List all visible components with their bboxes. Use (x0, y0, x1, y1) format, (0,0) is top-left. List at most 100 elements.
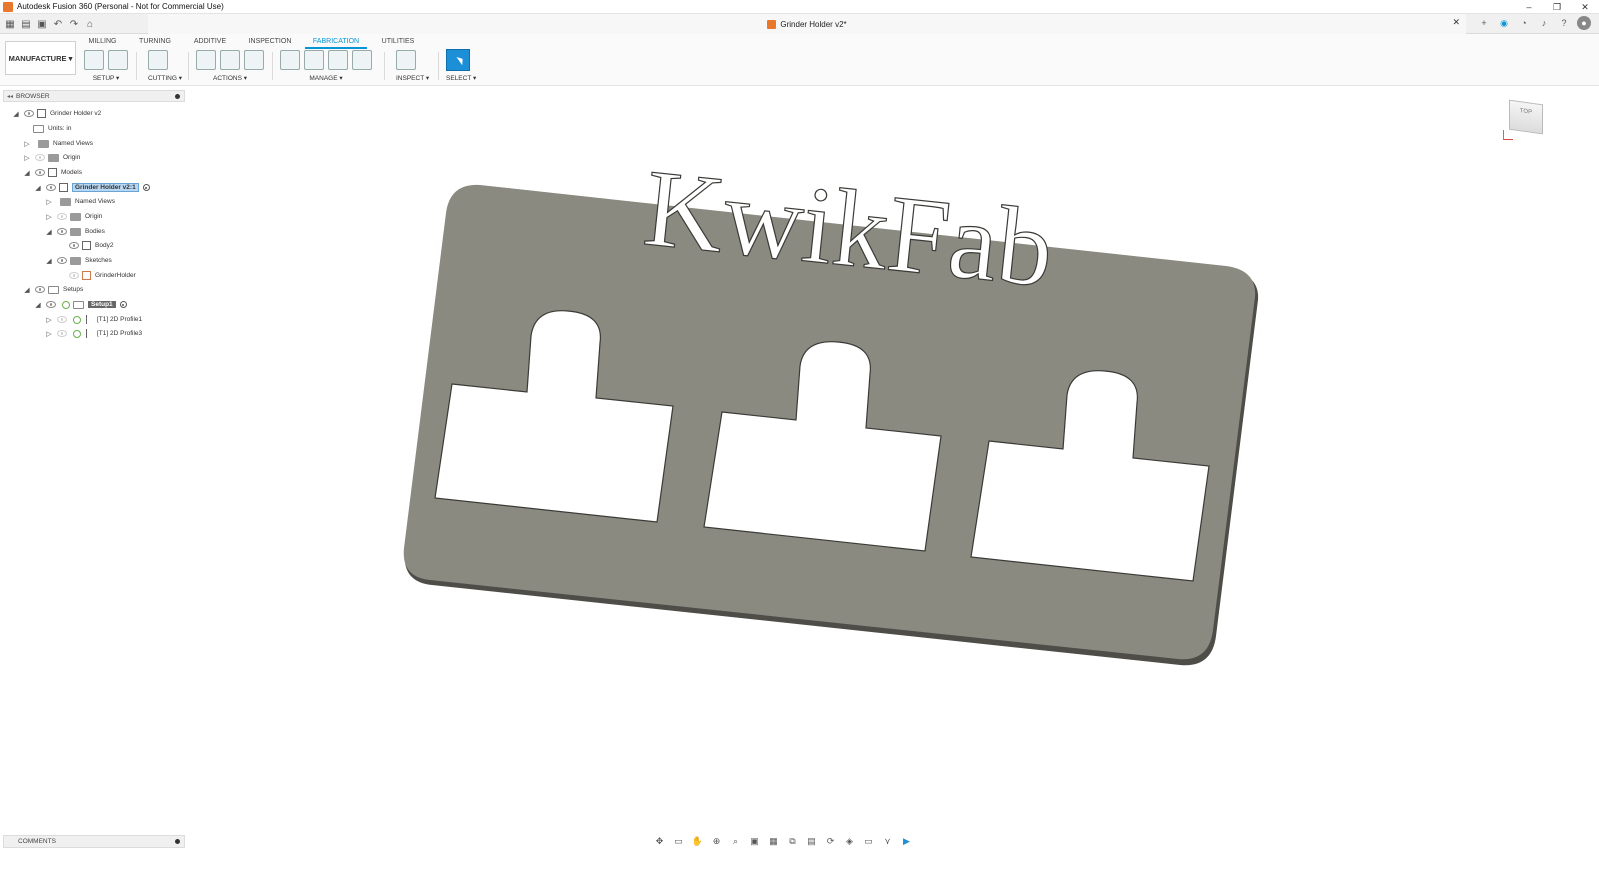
comments-panel[interactable]: COMMENTS (3, 835, 185, 848)
actions-dropdown[interactable]: ACTIONS ▾ (196, 74, 264, 82)
new-tab-icon[interactable]: + (1477, 16, 1491, 30)
post-process-icon[interactable] (220, 50, 240, 70)
tree-node-root[interactable]: ◢ Grinder Holder v2 (11, 107, 101, 120)
setup-sheet-icon[interactable] (244, 50, 264, 70)
zoom-icon[interactable]: ⊕ (709, 836, 724, 847)
visibility-eye-icon[interactable] (35, 286, 45, 293)
visibility-eye-icon[interactable] (57, 213, 67, 220)
browser-panel-header[interactable]: ◂◂ BROWSER (3, 90, 185, 102)
look-at-icon[interactable]: ▭ (671, 836, 686, 847)
pan-icon[interactable]: ✋ (690, 836, 705, 847)
expanded-triangle-icon[interactable]: ◢ (11, 109, 21, 119)
collapsed-triangle-icon[interactable]: ▷ (22, 139, 32, 149)
template-library-icon[interactable] (352, 50, 372, 70)
collapsed-triangle-icon[interactable]: ▷ (44, 197, 54, 207)
machine-library-icon[interactable] (304, 50, 324, 70)
viewcube-top-face[interactable]: TOP (1509, 99, 1543, 135)
tree-node-profile3[interactable]: ▷ [T1] 2D Profile3 (44, 327, 142, 340)
visibility-eye-icon[interactable] (57, 228, 67, 235)
tree-node-body2[interactable]: Body2 (66, 239, 113, 252)
visibility-eye-icon[interactable] (57, 316, 67, 323)
visibility-eye-icon[interactable] (24, 110, 34, 117)
expanded-triangle-icon[interactable]: ◢ (22, 168, 32, 178)
visibility-eye-icon[interactable] (57, 257, 67, 264)
tree-node-comp-origin[interactable]: ▷ Origin (44, 210, 102, 223)
home-icon[interactable]: ⌂ (84, 18, 96, 30)
visibility-eye-icon[interactable] (46, 184, 56, 191)
maximize-button[interactable]: ❐ (1543, 0, 1571, 14)
visibility-eye-icon[interactable] (35, 154, 45, 161)
undo-icon[interactable]: ↶ (52, 18, 64, 30)
activate-radio-icon[interactable] (142, 184, 150, 191)
cutting-dropdown[interactable]: CUTTING ▾ (148, 74, 182, 82)
job-status-icon[interactable]: ◔ (1517, 16, 1531, 30)
help-icon[interactable]: ? (1557, 16, 1571, 30)
tree-node-profile1[interactable]: ▷ [T1] 2D Profile1 (44, 313, 142, 326)
workspace-switcher[interactable]: MANUFACTURE ▾ (5, 41, 76, 75)
visibility-eye-icon[interactable] (35, 169, 45, 176)
collapse-browser-icon[interactable]: ◂◂ (7, 93, 13, 100)
post-library-icon[interactable] (328, 50, 348, 70)
collapsed-triangle-icon[interactable]: ▷ (44, 329, 54, 339)
pin-icon[interactable] (175, 93, 180, 99)
redo-icon[interactable]: ↷ (68, 18, 80, 30)
user-avatar-icon[interactable]: ● (1577, 16, 1591, 30)
cutting-tool-icon[interactable] (148, 50, 168, 70)
display-settings-icon[interactable]: ▣ (747, 836, 762, 847)
file-menu-icon[interactable]: ▤ (20, 18, 32, 30)
new-setup-icon[interactable] (108, 50, 128, 70)
notifications-icon[interactable]: ♪ (1537, 16, 1551, 30)
activate-radio-icon[interactable] (119, 301, 127, 308)
camera-icon[interactable]: ▭ (861, 836, 876, 847)
app-grid-icon[interactable]: ▦ (4, 18, 16, 30)
simulate-icon[interactable] (196, 50, 216, 70)
tree-node-origin[interactable]: ▷ Origin (22, 151, 80, 164)
canvas-viewport[interactable]: KwikFab TOP (190, 90, 1599, 830)
tree-node-setup1[interactable]: ◢ Setup1 (33, 298, 127, 311)
tree-node-setups[interactable]: ◢ Setups (22, 283, 83, 296)
visibility-eye-icon[interactable] (57, 330, 67, 337)
expanded-triangle-icon[interactable]: ◢ (44, 227, 54, 237)
inspect-dropdown[interactable]: INSPECT ▾ (396, 74, 429, 82)
open-folder-icon[interactable] (84, 50, 104, 70)
selection-filter-icon[interactable]: ▶ (899, 836, 914, 847)
save-icon[interactable]: ▣ (36, 18, 48, 30)
close-document-button[interactable]: ✕ (1452, 17, 1460, 28)
section-icon[interactable]: ▤ (804, 836, 819, 847)
manage-dropdown[interactable]: MANAGE ▾ (280, 74, 372, 82)
effects-icon[interactable]: ◈ (842, 836, 857, 847)
tree-node-models[interactable]: ◢ Models (22, 166, 82, 179)
expanded-triangle-icon[interactable]: ◢ (33, 183, 43, 193)
collapsed-triangle-icon[interactable]: ▷ (44, 212, 54, 222)
close-window-button[interactable]: ✕ (1571, 0, 1599, 14)
collapsed-triangle-icon[interactable]: ▷ (44, 315, 54, 325)
tree-node-grinderholder[interactable]: GrinderHolder (66, 269, 136, 282)
tree-node-named-views[interactable]: ▷ Named Views (22, 137, 93, 150)
minimize-button[interactable]: – (1515, 0, 1543, 14)
extensions-icon[interactable]: ◉ (1497, 16, 1511, 30)
collapsed-triangle-icon[interactable]: ▷ (22, 153, 32, 163)
expanded-triangle-icon[interactable]: ◢ (33, 300, 43, 310)
visibility-eye-icon[interactable] (69, 272, 79, 279)
part-view[interactable]: KwikFab (190, 90, 1599, 830)
viewports-icon[interactable]: ⧉ (785, 836, 800, 847)
tree-node-units[interactable]: Units: in (33, 122, 71, 135)
tree-node-component[interactable]: ◢ Grinder Holder v2:1 (33, 181, 150, 194)
measure-icon[interactable] (396, 50, 416, 70)
document-tab[interactable]: Grinder Holder v2* ✕ (148, 14, 1466, 34)
tool-library-icon[interactable] (280, 50, 300, 70)
filter-icon[interactable]: ⋎ (880, 836, 895, 847)
comments-pin-icon[interactable] (175, 839, 180, 844)
fit-icon[interactable]: ⌕ (728, 836, 743, 847)
visibility-eye-icon[interactable] (46, 301, 56, 308)
setup-dropdown[interactable]: SETUP ▾ (84, 74, 128, 82)
select-cursor-icon[interactable] (446, 49, 470, 71)
orbit-icon[interactable]: ✥ (652, 836, 667, 847)
grid-settings-icon[interactable]: ▦ (766, 836, 781, 847)
visibility-eye-icon[interactable] (69, 242, 79, 249)
view-cube[interactable]: TOP (1503, 99, 1545, 142)
refresh-icon[interactable]: ⟳ (823, 836, 838, 847)
tree-node-sketches[interactable]: ◢ Sketches (44, 254, 112, 267)
tree-node-comp-named-views[interactable]: ▷ Named Views (44, 195, 115, 208)
tree-node-bodies[interactable]: ◢ Bodies (44, 225, 105, 238)
